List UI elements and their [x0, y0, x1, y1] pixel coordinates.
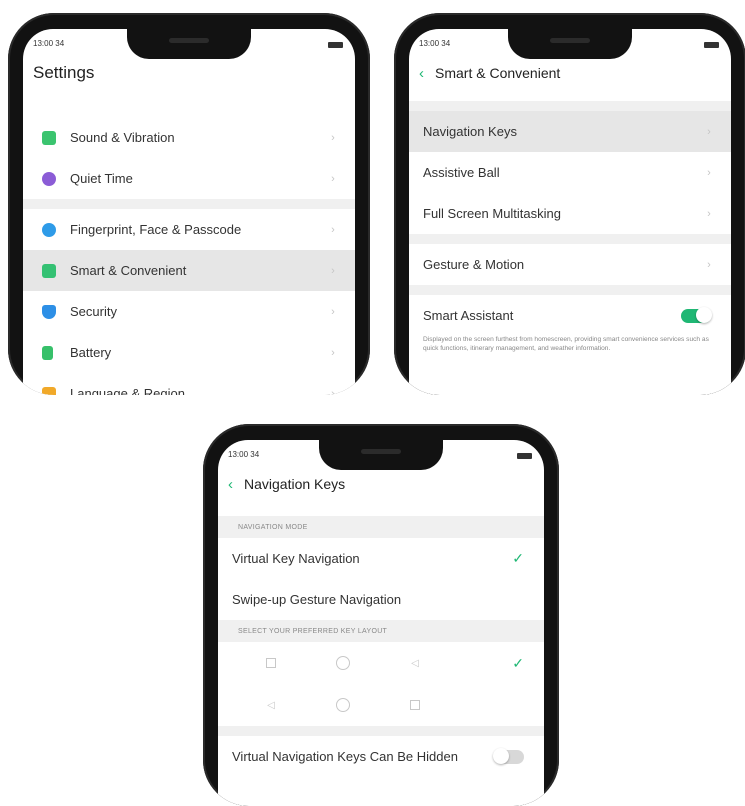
hidden-keys-toggle[interactable]	[493, 747, 524, 764]
page-title: Smart & Convenient	[435, 65, 561, 81]
phone-smart-convenient: 13:00 34 ‹ Smart & Convenient Navigation…	[394, 13, 745, 395]
settings-screen: 13:00 34 Settings Sound & Vibration › Qu…	[23, 29, 355, 395]
settings-item-smart-convenient[interactable]: Smart & Convenient ›	[23, 250, 355, 291]
language-icon	[42, 386, 56, 395]
settings-item-fingerprint[interactable]: Fingerprint, Face & Passcode ›	[23, 209, 355, 250]
status-time: 13:00 34	[419, 39, 451, 48]
settings-item-label: Smart & Convenient	[70, 263, 187, 278]
mode-option-label: Swipe-up Gesture Navigation	[232, 592, 402, 607]
group-divider	[409, 234, 731, 244]
key-layout-keys: ◁	[266, 698, 480, 712]
chevron-right-icon: ›	[331, 172, 335, 185]
circle-key-icon	[336, 656, 350, 670]
battery-icon	[328, 42, 343, 48]
settings-item-quiet-time[interactable]: Quiet Time ›	[23, 158, 355, 199]
triangle-key-icon: ◁	[267, 699, 275, 711]
chevron-right-icon: ›	[707, 125, 711, 138]
battery-icon	[517, 453, 532, 459]
chevron-right-icon: ›	[707, 166, 711, 179]
square-key-icon	[410, 700, 420, 710]
chevron-right-icon: ›	[707, 207, 711, 220]
chevron-right-icon: ›	[331, 223, 335, 236]
camera-notch	[508, 29, 632, 59]
triangle-key-icon: ◁	[411, 657, 419, 669]
settings-item-battery[interactable]: Battery ›	[23, 332, 355, 373]
settings-item-label: Battery	[70, 345, 112, 360]
key-layout-keys: ◁	[266, 656, 480, 670]
circle-key-icon	[336, 698, 350, 712]
chevron-right-icon: ›	[331, 264, 335, 277]
chevron-right-icon: ›	[707, 258, 711, 271]
chevron-right-icon: ›	[331, 346, 335, 359]
mode-option-swipe-up-gesture[interactable]: Swipe-up Gesture Navigation	[218, 579, 544, 620]
smart-item-gesture-motion[interactable]: Gesture & Motion ›	[409, 244, 731, 285]
back-arrow-icon[interactable]: ‹	[228, 477, 239, 492]
battery-setting-icon	[42, 345, 53, 360]
checkmark-icon: ✓	[512, 654, 524, 671]
settings-item-security[interactable]: Security ›	[23, 291, 355, 332]
chevron-right-icon: ›	[331, 387, 335, 396]
smart-assistant-label: Smart Assistant	[423, 308, 514, 323]
settings-item-sound[interactable]: Sound & Vibration ›	[23, 117, 355, 158]
navigation-keys-screen: 13:00 34 ‹ Navigation Keys NAVIGATION MO…	[218, 440, 544, 806]
mode-option-label: Virtual Key Navigation	[232, 551, 360, 566]
key-layout-option-1[interactable]: ◁ ✓	[218, 642, 544, 684]
hidden-keys-label: Virtual Navigation Keys Can Be Hidden	[232, 749, 458, 764]
camera-notch	[127, 29, 251, 59]
chevron-right-icon: ›	[331, 305, 335, 318]
settings-item-label: Language & Region	[70, 386, 185, 395]
camera-notch	[319, 440, 443, 470]
settings-item-label: Fingerprint, Face & Passcode	[70, 222, 242, 237]
group-divider	[409, 101, 731, 111]
sound-icon	[42, 130, 56, 145]
section-header-key-layout: SELECT YOUR PREFERRED KEY LAYOUT	[218, 620, 544, 642]
hidden-keys-row[interactable]: Virtual Navigation Keys Can Be Hidden	[218, 736, 544, 777]
chevron-right-icon: ›	[331, 131, 335, 144]
smart-convenient-screen: 13:00 34 ‹ Smart & Convenient Navigation…	[409, 29, 731, 395]
smart-item-assistive-ball[interactable]: Assistive Ball ›	[409, 152, 731, 193]
moon-icon	[42, 171, 56, 186]
group-divider	[218, 726, 544, 736]
battery-icon	[704, 42, 719, 48]
group-divider	[409, 285, 731, 295]
smart-assistant-row[interactable]: Smart Assistant	[409, 295, 731, 336]
status-time: 13:00 34	[228, 450, 260, 459]
fingerprint-icon	[42, 222, 56, 237]
key-layout-option-2[interactable]: ◁	[218, 684, 544, 726]
smart-item-label: Navigation Keys	[423, 124, 517, 139]
settings-item-label: Security	[70, 304, 117, 319]
shield-icon	[42, 304, 56, 319]
smart-list: Navigation Keys › Assistive Ball › Full …	[409, 101, 731, 370]
smart-item-navigation-keys[interactable]: Navigation Keys ›	[409, 111, 731, 152]
mode-option-virtual-key[interactable]: Virtual Key Navigation ✓	[218, 538, 544, 579]
phone-navigation-keys: 13:00 34 ‹ Navigation Keys NAVIGATION MO…	[203, 424, 559, 806]
checkmark-icon: ✓	[512, 550, 524, 566]
page-title: Navigation Keys	[244, 476, 346, 492]
smart-item-label: Gesture & Motion	[423, 257, 525, 272]
smart-assistant-toggle[interactable]	[681, 306, 712, 323]
settings-item-language[interactable]: Language & Region ›	[23, 373, 355, 395]
settings-list: Sound & Vibration › Quiet Time › Fingerp…	[23, 117, 355, 395]
page-title: Settings	[33, 63, 95, 82]
section-header-navigation-mode: NAVIGATION MODE	[218, 516, 544, 538]
phone-settings: 13:00 34 Settings Sound & Vibration › Qu…	[8, 13, 370, 395]
navigation-keys-list: NAVIGATION MODE Virtual Key Navigation ✓…	[218, 516, 544, 777]
status-time: 13:00 34	[33, 39, 65, 48]
square-key-icon	[266, 658, 276, 668]
smart-item-label: Assistive Ball	[423, 165, 500, 180]
settings-item-label: Quiet Time	[70, 171, 133, 186]
smart-icon	[42, 263, 56, 278]
group-divider	[23, 199, 355, 209]
smart-assistant-description: Displayed on the screen furthest from ho…	[409, 336, 731, 370]
settings-item-label: Sound & Vibration	[70, 130, 175, 145]
smart-item-full-screen-multitasking[interactable]: Full Screen Multitasking ›	[409, 193, 731, 234]
smart-item-label: Full Screen Multitasking	[423, 206, 561, 221]
back-arrow-icon[interactable]: ‹	[419, 66, 430, 81]
